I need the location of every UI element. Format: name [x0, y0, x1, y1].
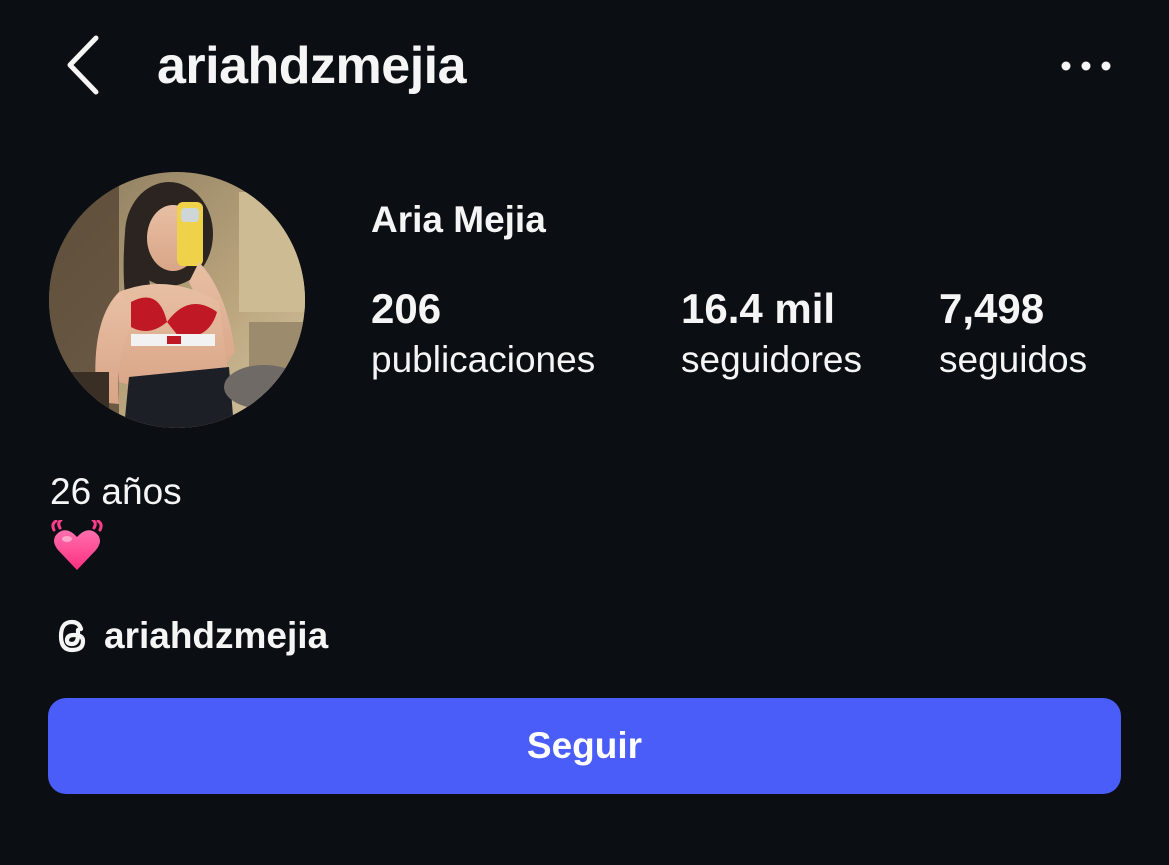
- stat-posts[interactable]: 206 publicaciones: [371, 284, 595, 382]
- threads-handle: ariahdzmejia: [104, 615, 329, 656]
- beating-heart-icon: [50, 518, 104, 572]
- back-button[interactable]: [58, 30, 108, 100]
- stat-following-label: seguidos: [939, 339, 1088, 380]
- follow-button[interactable]: Seguir: [48, 698, 1121, 794]
- stat-followers-label: seguidores: [681, 339, 863, 380]
- more-options-button[interactable]: [1058, 52, 1114, 80]
- stat-following-value: 7,498: [939, 285, 1045, 332]
- more-horizontal-icon: [1061, 61, 1111, 71]
- stat-posts-value: 206: [371, 285, 442, 332]
- chevron-left-icon: [67, 35, 99, 95]
- stat-followers-value: 16.4 mil: [681, 285, 836, 332]
- stat-following[interactable]: 7,498 seguidos: [939, 284, 1087, 382]
- threads-link[interactable]: ariahdzmejia: [50, 614, 328, 658]
- display-name: Aria Mejia: [371, 199, 546, 240]
- threads-icon: [58, 619, 86, 653]
- stat-followers[interactable]: 16.4 mil seguidores: [681, 284, 862, 382]
- stat-posts-label: publicaciones: [371, 339, 596, 380]
- profile-page: ariahdzmejia Aria Mejia 206 publicacione…: [0, 0, 1169, 865]
- profile-photo: [49, 172, 305, 428]
- page-title: ariahdzmejia: [157, 37, 467, 95]
- bio-text: 26 años: [50, 471, 182, 512]
- avatar[interactable]: [49, 172, 305, 428]
